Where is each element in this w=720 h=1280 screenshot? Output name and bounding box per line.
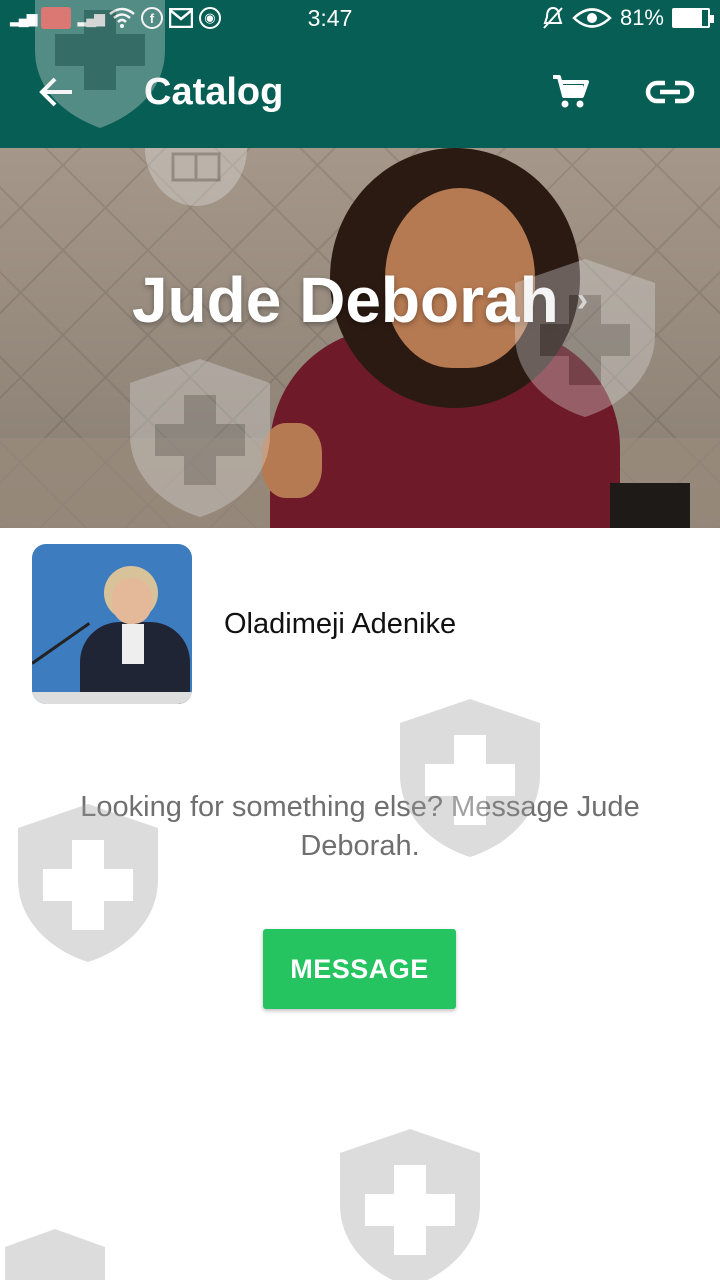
business-name-row[interactable]: Jude Deborah › bbox=[0, 263, 720, 337]
battery-percent: 81% bbox=[619, 5, 664, 30]
catalog-hero-banner[interactable]: Jude Deborah › bbox=[0, 148, 720, 528]
mute-icon bbox=[543, 6, 563, 29]
thumbnail-person-face bbox=[112, 578, 152, 624]
notification-icon bbox=[41, 7, 72, 29]
shield-watermark-icon bbox=[340, 1129, 480, 1280]
link-icon bbox=[645, 80, 695, 104]
eye-icon bbox=[572, 8, 612, 28]
wifi-icon bbox=[109, 7, 135, 28]
facebook-icon: f bbox=[140, 7, 163, 29]
chevron-right-icon: › bbox=[576, 280, 589, 319]
status-left-icons: ▂▄▆ ▂▄▆ f ◉ bbox=[10, 7, 270, 29]
product-thumbnail[interactable] bbox=[32, 544, 192, 704]
business-name: Jude Deborah bbox=[131, 264, 559, 336]
thumbnail-person-shirt bbox=[122, 624, 144, 664]
status-bar: ▂▄▆ ▂▄▆ f ◉ 3:47 81% bbox=[0, 0, 720, 36]
empty-state-prompt: Looking for something else? Message Jude… bbox=[80, 791, 640, 862]
shield-watermark-icon bbox=[5, 1229, 105, 1280]
cart-button[interactable] bbox=[520, 36, 620, 148]
product-name: Oladimeji Adenike bbox=[224, 607, 457, 640]
back-arrow-icon bbox=[39, 77, 72, 107]
signal-icon-2: ▂▄▆ bbox=[77, 9, 104, 26]
signal-icon: ▂▄▆ bbox=[10, 9, 37, 26]
back-button[interactable] bbox=[0, 36, 112, 148]
cart-icon bbox=[553, 75, 589, 108]
chrome-icon: ◉ bbox=[198, 7, 221, 29]
status-right-icons: 81% bbox=[450, 5, 714, 31]
hero-photo-hand bbox=[262, 423, 322, 498]
share-link-button[interactable] bbox=[620, 36, 720, 148]
battery-icon bbox=[672, 8, 714, 28]
catalog-product-item[interactable]: Oladimeji Adenike bbox=[32, 544, 688, 704]
message-button[interactable]: MESSAGE bbox=[263, 929, 456, 1009]
page-title: Catalog bbox=[144, 70, 284, 113]
status-time: 3:47 bbox=[307, 4, 353, 31]
thumbnail-podium bbox=[32, 692, 192, 704]
battery-fill bbox=[674, 10, 702, 26]
mail-icon bbox=[168, 8, 193, 28]
hero-photo-desk bbox=[610, 483, 690, 528]
app-bar: Catalog bbox=[0, 36, 720, 148]
